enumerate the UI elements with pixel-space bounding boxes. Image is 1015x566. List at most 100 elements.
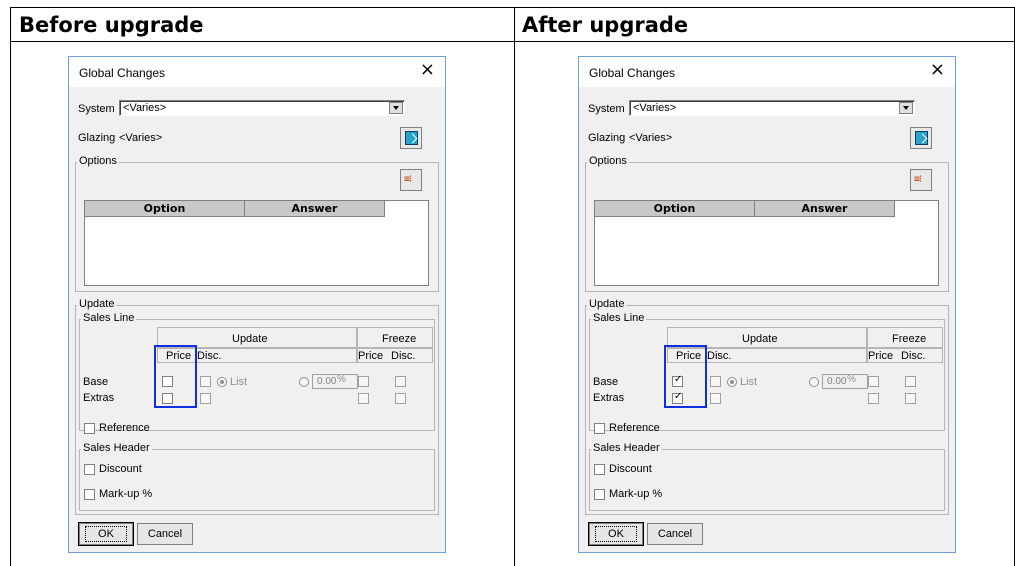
base-freeze-price-checkbox[interactable] <box>358 376 369 387</box>
dialog-title: Global Changes <box>589 66 676 80</box>
base-disc-checkbox[interactable] <box>710 376 721 387</box>
system-value: <Varies> <box>123 102 167 114</box>
base-label: Base <box>593 376 619 388</box>
glazing-label: Glazing <box>588 132 626 144</box>
reference-label: Reference <box>609 422 660 434</box>
extras-label: Extras <box>593 392 625 404</box>
chevron-down-icon[interactable] <box>899 102 913 114</box>
reference-checkbox[interactable] <box>84 423 95 434</box>
freeze-price-label: Price <box>868 350 894 362</box>
system-label: System <box>78 103 115 115</box>
markup-label: Mark-up % <box>99 488 153 500</box>
system-combo[interactable]: <Varies> <box>119 100 405 116</box>
glazing-button[interactable] <box>400 127 422 149</box>
ok-label: OK <box>595 526 637 542</box>
list-radio[interactable] <box>727 377 737 387</box>
extras-disc-checkbox[interactable] <box>710 393 721 404</box>
extras-label: Extras <box>83 392 115 404</box>
extras-disc-checkbox[interactable] <box>200 393 211 404</box>
sales-header-group-label: Sales Header <box>81 442 152 454</box>
list-radio[interactable] <box>217 377 227 387</box>
markup-checkbox[interactable] <box>84 489 95 500</box>
after-header: After upgrade <box>514 8 1014 42</box>
option-column-header[interactable]: Option <box>595 201 755 217</box>
percent-value: 0.00 <box>317 376 337 387</box>
percent-input[interactable]: 0.00 <box>312 374 358 389</box>
cancel-button[interactable]: Cancel <box>647 523 703 545</box>
glazing-icon <box>405 131 418 145</box>
glazing-label: Glazing <box>78 132 116 144</box>
base-label: Base <box>83 376 109 388</box>
base-freeze-price-checkbox[interactable] <box>868 376 879 387</box>
close-icon[interactable]: × <box>930 60 945 80</box>
discount-checkbox[interactable] <box>594 464 605 475</box>
system-label: System <box>588 103 625 115</box>
price-highlight <box>664 345 707 408</box>
glazing-value: <Varies> <box>629 132 673 144</box>
extras-freeze-price-checkbox[interactable] <box>868 393 879 404</box>
options-grid[interactable]: Option Answer <box>84 200 429 286</box>
close-icon[interactable]: × <box>420 60 435 80</box>
update-column-header: Update <box>232 333 268 345</box>
global-changes-dialog: Global Changes × System <Varies> Glazing… <box>68 56 446 553</box>
global-changes-dialog: Global Changes × System <Varies> Glazing… <box>578 56 956 553</box>
freeze-price-label: Price <box>358 350 384 362</box>
update-group-label: Update <box>77 298 117 310</box>
discount-label: Discount <box>609 463 652 475</box>
sales-line-group-label: Sales Line <box>591 312 647 324</box>
base-freeze-disc-checkbox[interactable] <box>905 376 916 387</box>
answer-column-header[interactable]: Answer <box>755 201 895 217</box>
extras-freeze-price-checkbox[interactable] <box>358 393 369 404</box>
glazing-button[interactable] <box>910 127 932 149</box>
update-disc-label: Disc. <box>707 350 732 362</box>
options-group-label: Options <box>587 155 629 167</box>
options-grid[interactable]: Option Answer <box>594 200 939 286</box>
discount-checkbox[interactable] <box>84 464 95 475</box>
percent-sign: % <box>337 374 346 385</box>
column-divider <box>514 8 515 566</box>
extras-freeze-disc-checkbox[interactable] <box>395 393 406 404</box>
ok-label: OK <box>85 526 127 542</box>
freeze-disc-label: Disc. <box>391 350 416 362</box>
base-freeze-disc-checkbox[interactable] <box>395 376 406 387</box>
answer-column-header[interactable]: Answer <box>245 201 385 217</box>
freeze-header-divider <box>357 347 433 349</box>
cancel-button[interactable]: Cancel <box>137 523 193 545</box>
freeze-column-header: Freeze <box>892 333 927 345</box>
base-disc-checkbox[interactable] <box>200 376 211 387</box>
ok-button[interactable]: OK <box>588 522 644 546</box>
list-label: List <box>740 376 758 388</box>
percent-input[interactable]: 0.00 <box>822 374 868 389</box>
reference-checkbox[interactable] <box>594 423 605 434</box>
percent-radio[interactable] <box>809 377 819 387</box>
options-group-label: Options <box>77 155 119 167</box>
options-button[interactable]: ≡⁝ <box>910 169 932 191</box>
percent-sign: % <box>847 374 856 385</box>
options-button[interactable]: ≡⁝ <box>400 169 422 191</box>
title-bar: Global Changes × <box>69 57 445 87</box>
options-icon: ≡⁝ <box>914 174 922 185</box>
title-bar: Global Changes × <box>579 57 955 87</box>
before-header: Before upgrade <box>11 8 514 42</box>
reference-label: Reference <box>99 422 150 434</box>
option-column-header[interactable]: Option <box>85 201 245 217</box>
extras-freeze-disc-checkbox[interactable] <box>905 393 916 404</box>
system-value: <Varies> <box>633 102 677 114</box>
markup-checkbox[interactable] <box>594 489 605 500</box>
glazing-value: <Varies> <box>119 132 163 144</box>
update-disc-label: Disc. <box>197 350 222 362</box>
freeze-disc-label: Disc. <box>901 350 926 362</box>
sales-line-group-label: Sales Line <box>81 312 137 324</box>
freeze-header-divider <box>867 347 943 349</box>
price-highlight <box>154 345 197 408</box>
options-icon: ≡⁝ <box>404 174 412 185</box>
sales-header-group <box>589 449 945 511</box>
sales-header-group-label: Sales Header <box>591 442 662 454</box>
percent-radio[interactable] <box>299 377 309 387</box>
chevron-down-icon[interactable] <box>389 102 403 114</box>
ok-button[interactable]: OK <box>78 522 134 546</box>
dialog-title: Global Changes <box>79 66 166 80</box>
glazing-icon <box>915 131 928 145</box>
system-combo[interactable]: <Varies> <box>629 100 915 116</box>
markup-label: Mark-up % <box>609 488 663 500</box>
